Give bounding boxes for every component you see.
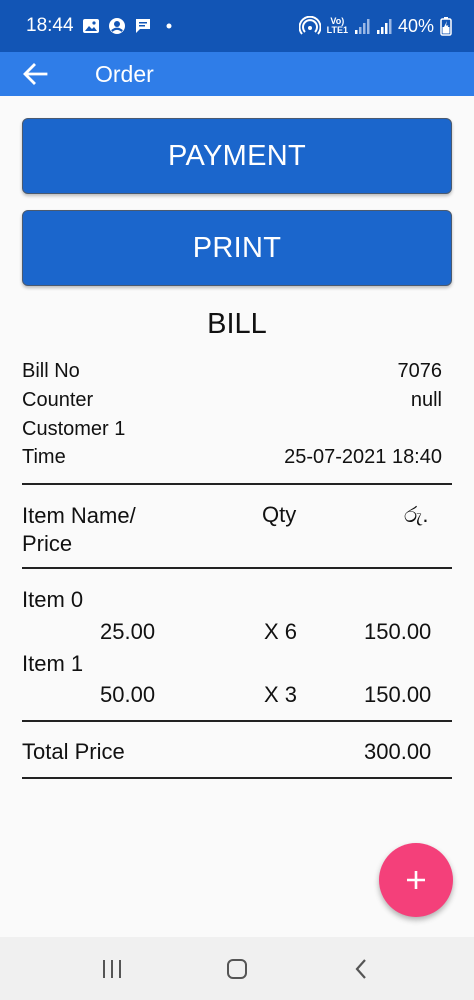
header-item-name: Item Name/ Price [22,503,136,556]
item-total: 150.00 [364,619,432,644]
dot-icon [166,23,172,29]
hotspot-icon [298,16,321,35]
item-price: 25.00 [100,619,156,644]
divider [22,777,452,779]
counter-label: Counter [22,389,94,411]
navigation-bar [0,937,474,1000]
signal-2-icon [376,19,392,34]
item-qty: X 3 [264,682,298,707]
counter-row: Counter null [22,389,442,412]
payment-button[interactable]: PAYMENT [22,118,452,194]
item-qty: X 6 [264,619,298,644]
divider [22,720,452,722]
total-price-value: 300.00 [364,739,432,764]
item-total: 150.00 [364,682,432,707]
battery-percent: 40% [397,15,434,36]
item-price: 50.00 [100,682,156,707]
volte-icon: Vo) LTE1 [326,16,348,35]
status-bar: 18:44 Vo) LTE1 40% [0,0,474,52]
message-icon [135,19,150,33]
back-button[interactable] [0,52,70,96]
nav-back-button[interactable] [332,944,392,994]
bill-no-label: Bill No [22,360,80,382]
customer-row: Customer 1 [22,418,442,441]
plus-icon [407,871,425,889]
status-right: Vo) LTE1 40% [298,15,452,37]
counter-value: null [410,389,442,411]
recents-button[interactable] [82,944,142,994]
customer-label: Customer 1 [22,418,126,440]
account-circle-icon [108,18,125,34]
add-fab-button[interactable] [379,843,453,917]
status-left: 18:44 [26,15,178,37]
header-qty: Qty [262,502,297,527]
bill-title: BILL [207,308,267,340]
image-icon [82,19,99,33]
header-currency: රු. [404,502,429,527]
time-row: Time 25-07-2021 18:40 [22,446,442,469]
recents-icon [103,959,122,978]
bill-no-row: Bill No 7076 [22,360,442,383]
signal-1-icon [354,19,370,34]
home-icon [226,958,247,979]
back-chevron-icon [355,958,366,979]
app-bar: Order [0,52,474,96]
print-button[interactable]: PRINT [22,210,452,286]
time-value: 25-07-2021 18:40 [284,446,442,468]
home-button[interactable] [207,944,267,994]
item-name: Item 1 [22,651,84,676]
battery-icon [440,17,452,36]
bill-no-value: 7076 [397,360,443,382]
page-title: Order [95,60,154,87]
divider [22,567,452,569]
divider [22,483,452,485]
total-price-label: Total Price [22,739,125,764]
item-name: Item 0 [22,587,84,612]
time-label: Time [22,446,66,468]
status-time: 18:44 [26,15,74,36]
arrow-left-icon [23,63,48,85]
